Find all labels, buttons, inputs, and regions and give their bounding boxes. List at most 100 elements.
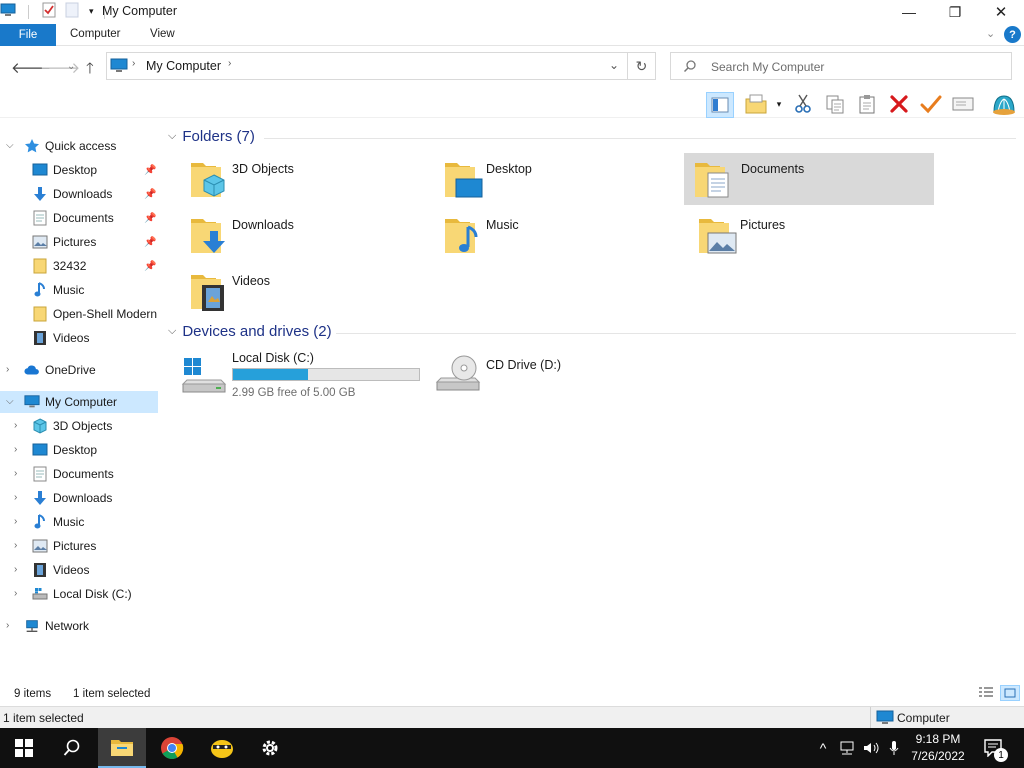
drive-tile-cd-drive-d[interactable]: CD Drive (D:) [434, 348, 634, 400]
new-folder-icon[interactable] [65, 2, 79, 21]
chevron-right-icon[interactable]: › [14, 516, 24, 527]
start-button[interactable] [0, 728, 48, 768]
show-hidden-icons[interactable]: ^ [812, 728, 834, 768]
folders-group-header[interactable]: ⌵ Folders (7) [168, 128, 255, 145]
taskbar-chrome[interactable] [148, 728, 196, 768]
large-icons-view-icon[interactable] [1000, 685, 1020, 701]
navigation-pane-button[interactable] [706, 92, 734, 118]
nav-qa-desktop[interactable]: Desktop 📌 [0, 159, 158, 181]
restore-button[interactable]: ❐ [932, 0, 978, 24]
chevron-right-icon[interactable]: › [14, 468, 24, 479]
taskbar-file-explorer[interactable] [98, 728, 146, 768]
new-folder-icon[interactable] [744, 92, 768, 116]
pin-icon[interactable]: 📌 [144, 213, 156, 224]
nav-qa-pictures[interactable]: Pictures 📌 [0, 231, 158, 253]
drives-group-header[interactable]: ⌵ Devices and drives (2) [168, 323, 332, 340]
search-box[interactable]: Search My Computer [670, 52, 1012, 80]
chevron-right-icon[interactable]: › [14, 444, 24, 455]
chevron-right-icon[interactable]: › [6, 364, 16, 375]
customize-qat-icon[interactable]: ▾ [89, 6, 94, 17]
nav-pc-local-disk[interactable]: › Local Disk (C:) [0, 583, 158, 605]
email-icon[interactable] [951, 92, 975, 116]
breadcrumb-my-computer[interactable]: My Computer [146, 59, 221, 73]
folder-tile-music[interactable]: Music [438, 209, 688, 261]
nav-pc-documents[interactable]: › Documents [0, 463, 158, 485]
delete-icon[interactable] [887, 92, 911, 116]
chevron-down-icon[interactable]: ⌵ [6, 140, 16, 151]
pin-icon[interactable]: 📌 [144, 261, 156, 272]
search-button[interactable] [48, 728, 96, 768]
tab-computer[interactable]: Computer [70, 28, 121, 40]
search-icon [63, 739, 80, 756]
action-center-button[interactable]: 1 [980, 728, 1008, 768]
folder-tile-downloads[interactable]: Downloads [184, 209, 434, 261]
help-button[interactable]: ? [1004, 26, 1021, 43]
tab-view[interactable]: View [150, 28, 175, 40]
tab-file[interactable]: File [0, 24, 56, 46]
pin-icon[interactable]: 📌 [144, 189, 156, 200]
taskbar-app[interactable] [198, 728, 246, 768]
checkmark-icon[interactable] [919, 92, 943, 116]
nav-pc-downloads[interactable]: › Downloads [0, 487, 158, 509]
nav-qa-videos[interactable]: Videos [0, 327, 158, 349]
chevron-right-icon[interactable]: › [14, 420, 24, 431]
refresh-button[interactable]: ↻ [628, 52, 656, 80]
pin-icon[interactable]: 📌 [144, 165, 156, 176]
nav-quick-access[interactable]: ⌵ Quick access [0, 135, 158, 157]
expand-ribbon-icon[interactable]: ⌄ [986, 27, 995, 40]
folder-tile-pictures[interactable]: Pictures [692, 209, 942, 261]
network-tray-icon[interactable] [836, 728, 858, 768]
folder-tile-videos[interactable]: Videos [184, 265, 434, 317]
folder-tile-documents[interactable]: Documents [684, 153, 934, 205]
nav-pc-desktop[interactable]: › Desktop [0, 439, 158, 461]
open-shell-icon[interactable] [990, 92, 1018, 116]
address-bar[interactable]: › My Computer › ⌄ [106, 52, 628, 80]
close-button[interactable]: ✕ [978, 0, 1024, 24]
dropdown-icon[interactable]: ▾ [772, 92, 786, 116]
minimize-button[interactable]: — [886, 0, 932, 24]
nav-label: Local Disk (C:) [53, 587, 132, 601]
volume-icon[interactable] [860, 728, 882, 768]
pin-icon[interactable]: 📌 [144, 237, 156, 248]
nav-onedrive[interactable]: › OneDrive [0, 359, 158, 381]
recent-locations-icon[interactable]: ⌄ [67, 61, 75, 72]
chevron-right-icon[interactable]: › [132, 58, 135, 69]
chevron-down-icon[interactable]: ⌵ [168, 130, 176, 143]
properties-icon[interactable] [41, 2, 57, 21]
folder-tile-desktop[interactable]: Desktop [438, 153, 688, 205]
copy-icon[interactable] [823, 92, 847, 116]
microphone-icon[interactable] [884, 728, 904, 768]
nav-pc-3d-objects[interactable]: › 3D Objects [0, 415, 158, 437]
nav-pc-videos[interactable]: › Videos [0, 559, 158, 581]
nav-pc-pictures[interactable]: › Pictures [0, 535, 158, 557]
drive-tile-local-disk-c[interactable]: Local Disk (C:) 2.99 GB free of 5.00 GB [180, 348, 430, 400]
nav-qa-music[interactable]: Music [0, 279, 158, 301]
chevron-right-icon[interactable]: › [6, 620, 16, 631]
taskbar-settings[interactable] [246, 728, 294, 768]
folder-tile-3d-objects[interactable]: 3D Objects [184, 153, 434, 205]
nav-label: Open-Shell Modern [53, 307, 158, 321]
clock[interactable]: 9:18 PM 7/26/2022 [904, 728, 972, 768]
paste-icon[interactable] [855, 92, 879, 116]
chevron-right-icon[interactable]: › [14, 540, 24, 551]
cut-icon[interactable] [791, 92, 815, 116]
address-dropdown-icon[interactable]: ⌄ [609, 58, 619, 72]
nav-my-computer[interactable]: ⌵ My Computer [0, 391, 158, 413]
chevron-right-icon[interactable]: › [14, 492, 24, 503]
computer-icon [24, 394, 40, 410]
nav-qa-open-shell-modern[interactable]: Open-Shell Modern [0, 303, 158, 325]
network-icon [24, 618, 40, 634]
details-view-icon[interactable] [978, 686, 994, 703]
chevron-right-icon[interactable]: › [14, 564, 24, 575]
chevron-down-icon[interactable]: ⌵ [168, 325, 176, 338]
nav-qa-32432[interactable]: 32432 📌 [0, 255, 158, 277]
chevron-right-icon[interactable]: › [14, 588, 24, 599]
download-arrow-icon [32, 490, 48, 506]
chevron-right-icon[interactable]: › [228, 58, 231, 69]
nav-pc-music[interactable]: › Music [0, 511, 158, 533]
nav-qa-documents[interactable]: Documents 📌 [0, 207, 158, 229]
up-arrow-icon[interactable]: 🡑 [86, 58, 94, 83]
chevron-down-icon[interactable]: ⌵ [6, 396, 16, 407]
nav-network[interactable]: › Network [0, 615, 158, 637]
nav-qa-downloads[interactable]: Downloads 📌 [0, 183, 158, 205]
